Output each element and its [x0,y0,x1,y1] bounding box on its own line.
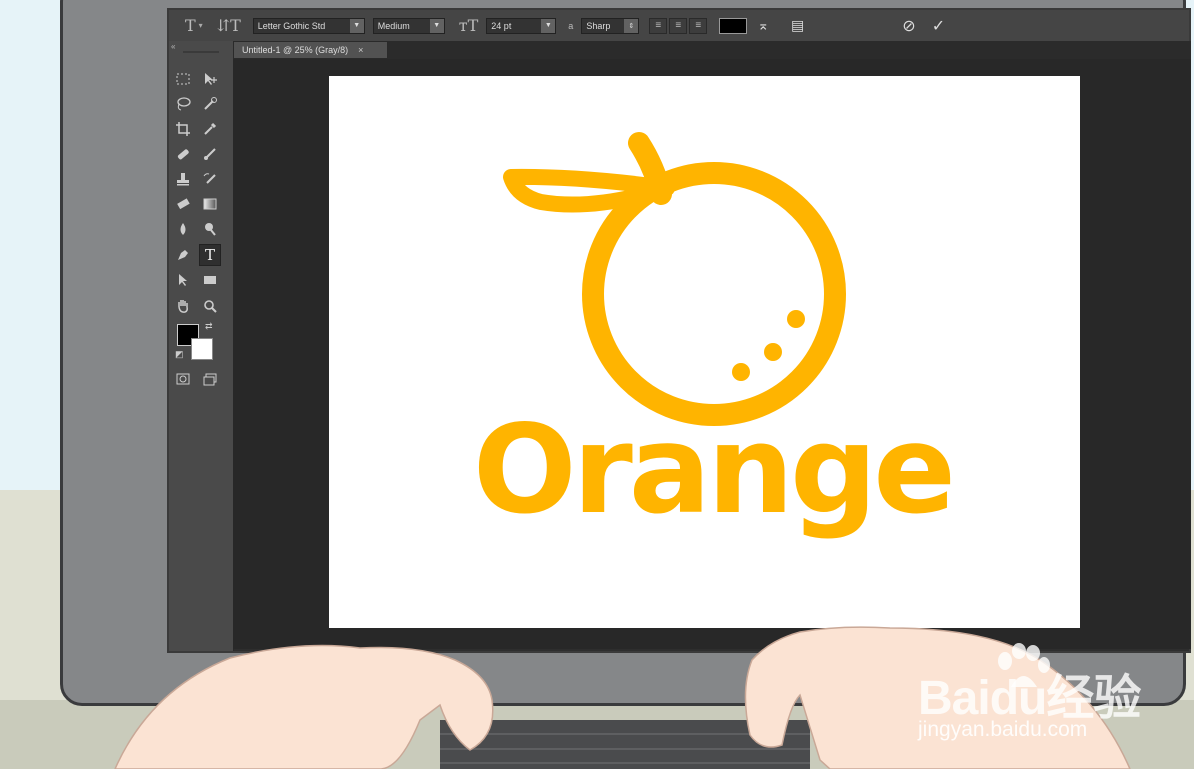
left-hand [114,644,494,769]
baidu-watermark: Baidu经验 jingyan.baidu.com [918,638,1188,748]
watermark-url: jingyan.baidu.com [918,718,1088,741]
